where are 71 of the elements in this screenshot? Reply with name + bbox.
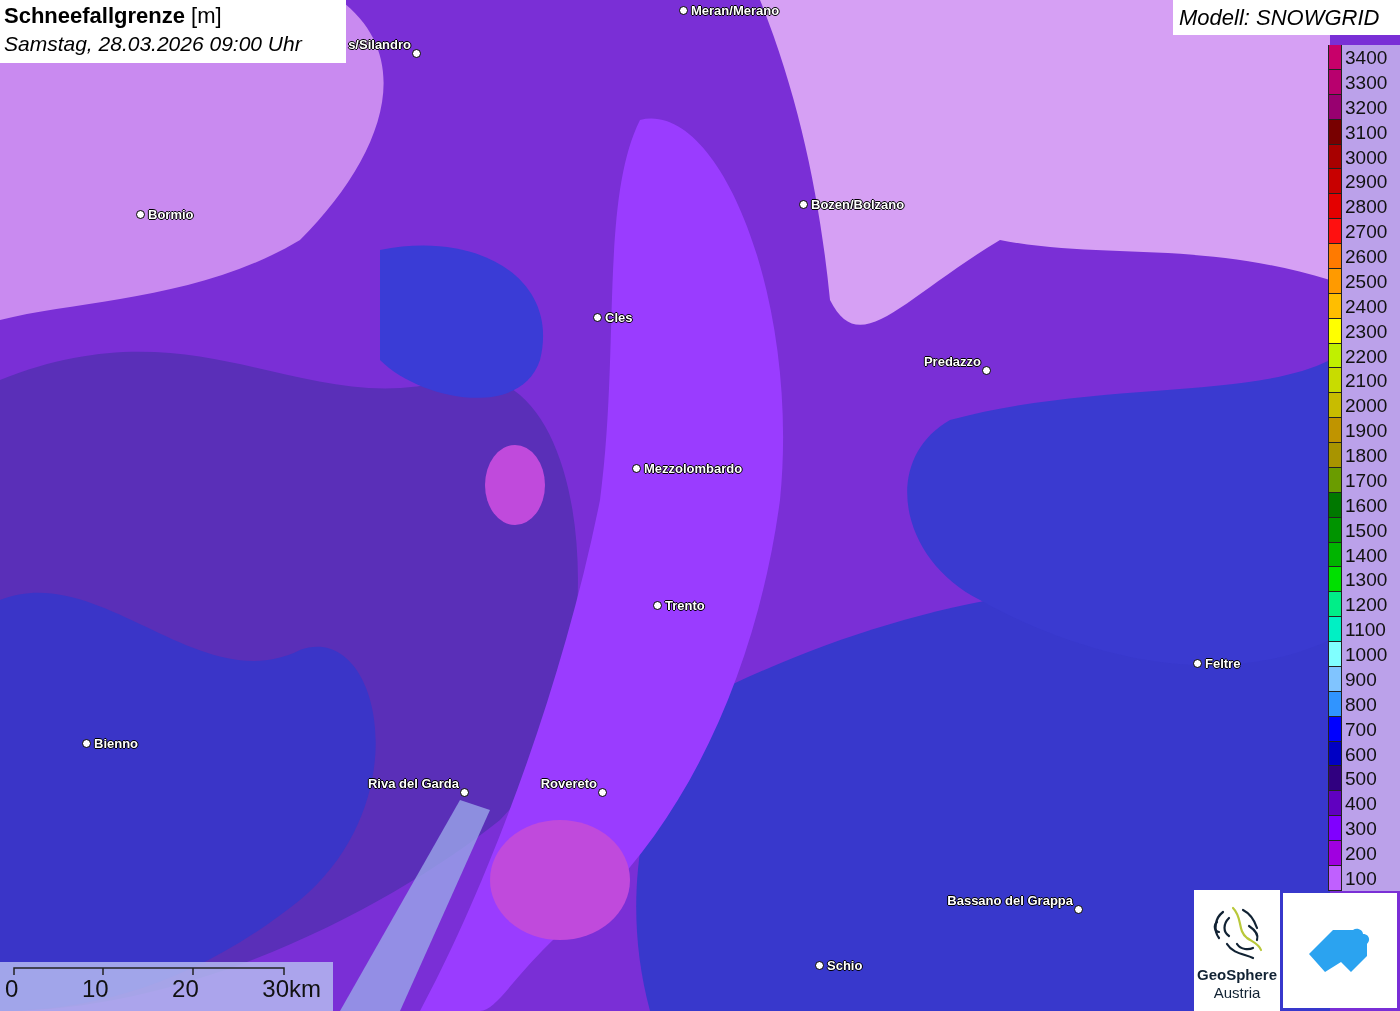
legend-label: 1800 xyxy=(1344,444,1388,468)
legend-label: 100 xyxy=(1344,866,1377,891)
place-dot-icon xyxy=(799,200,808,209)
place-label: s/Silandro xyxy=(348,36,411,54)
legend-label: 2500 xyxy=(1344,269,1388,294)
legend-label: 1000 xyxy=(1344,643,1388,667)
place-label: Predazzo xyxy=(923,353,981,371)
place-dot-icon xyxy=(815,961,824,970)
legend-label: 2100 xyxy=(1344,369,1388,394)
place-label: Feltre xyxy=(1205,655,1241,673)
scale-tick-label: 0 xyxy=(5,975,19,1003)
place-label: Schio xyxy=(827,957,863,975)
place-label: Rovereto xyxy=(540,775,597,793)
place-dot-icon xyxy=(632,464,641,473)
legend-label: 2700 xyxy=(1344,220,1388,244)
logo-name: GeoSphere xyxy=(1197,966,1277,984)
place-dot-icon xyxy=(653,601,662,610)
place-label: Bassano del Grappa xyxy=(947,892,1073,910)
legend-label: 900 xyxy=(1344,667,1377,692)
legend-label: 3400 xyxy=(1344,46,1388,70)
legend-label: 700 xyxy=(1344,717,1377,742)
legend-label: 800 xyxy=(1344,692,1377,717)
legend-label: 2000 xyxy=(1344,394,1388,419)
legend-label: 400 xyxy=(1344,792,1377,817)
place-label: Riva del Garda xyxy=(367,775,459,793)
scale-tick-label: 10 xyxy=(81,975,109,1003)
place-dot-icon xyxy=(598,788,607,797)
model-label: Modell: SNOWGRID xyxy=(1173,0,1400,35)
place-dot-icon xyxy=(412,49,421,58)
legend-label: 500 xyxy=(1344,767,1377,792)
place-label: Bienno xyxy=(94,735,139,753)
legend-label: 1700 xyxy=(1344,468,1388,493)
place-dot-icon xyxy=(82,739,91,748)
legend-label: 2400 xyxy=(1344,294,1388,319)
legend-label: 2900 xyxy=(1344,170,1388,195)
map-datetime: Samstag, 28.03.2026 09:00 Uhr xyxy=(4,31,304,57)
place-label: Meran/Merano xyxy=(691,2,780,20)
place-dot-icon xyxy=(1074,905,1083,914)
legend-label: 1500 xyxy=(1344,518,1388,543)
legend-label: 1300 xyxy=(1344,568,1388,593)
place-dot-icon xyxy=(460,788,469,797)
place-label: Cles xyxy=(605,309,633,327)
place-dot-icon xyxy=(593,313,602,322)
legend-label: 1900 xyxy=(1344,419,1388,443)
legend-label: 2600 xyxy=(1344,245,1388,269)
legend-label: 300 xyxy=(1344,817,1377,841)
legend-label: 3200 xyxy=(1344,95,1388,120)
legend-label: 2200 xyxy=(1344,344,1388,369)
legend-label: 200 xyxy=(1344,842,1377,866)
scale-tick-label: 20 xyxy=(172,975,199,1003)
place-label: Trento xyxy=(665,597,705,615)
map-title: Schneefallgrenze [m] xyxy=(4,2,223,30)
legend-label: 3300 xyxy=(1344,70,1388,95)
legend-label: 1600 xyxy=(1344,493,1388,518)
place-dot-icon xyxy=(136,210,145,219)
place-dot-icon xyxy=(1193,659,1202,668)
legend-label: 2800 xyxy=(1344,195,1388,220)
place-dot-icon xyxy=(679,6,688,15)
place-label: Mezzolombardo xyxy=(644,460,743,478)
legend-label: 1100 xyxy=(1344,618,1386,642)
legend-label: 2300 xyxy=(1344,319,1388,344)
legend-label: 1200 xyxy=(1344,593,1388,618)
place-label: Bormio xyxy=(148,206,194,224)
legend-label: 3100 xyxy=(1344,120,1388,145)
logo-country: Austria xyxy=(1213,984,1261,1002)
scale-bar-icon xyxy=(13,967,285,975)
scale-tick-label: 30km xyxy=(262,975,321,1003)
legend-label: 1400 xyxy=(1344,543,1388,568)
legend-label: 3000 xyxy=(1344,145,1388,170)
place-dot-icon xyxy=(982,366,991,375)
legend-label: 600 xyxy=(1344,742,1377,767)
